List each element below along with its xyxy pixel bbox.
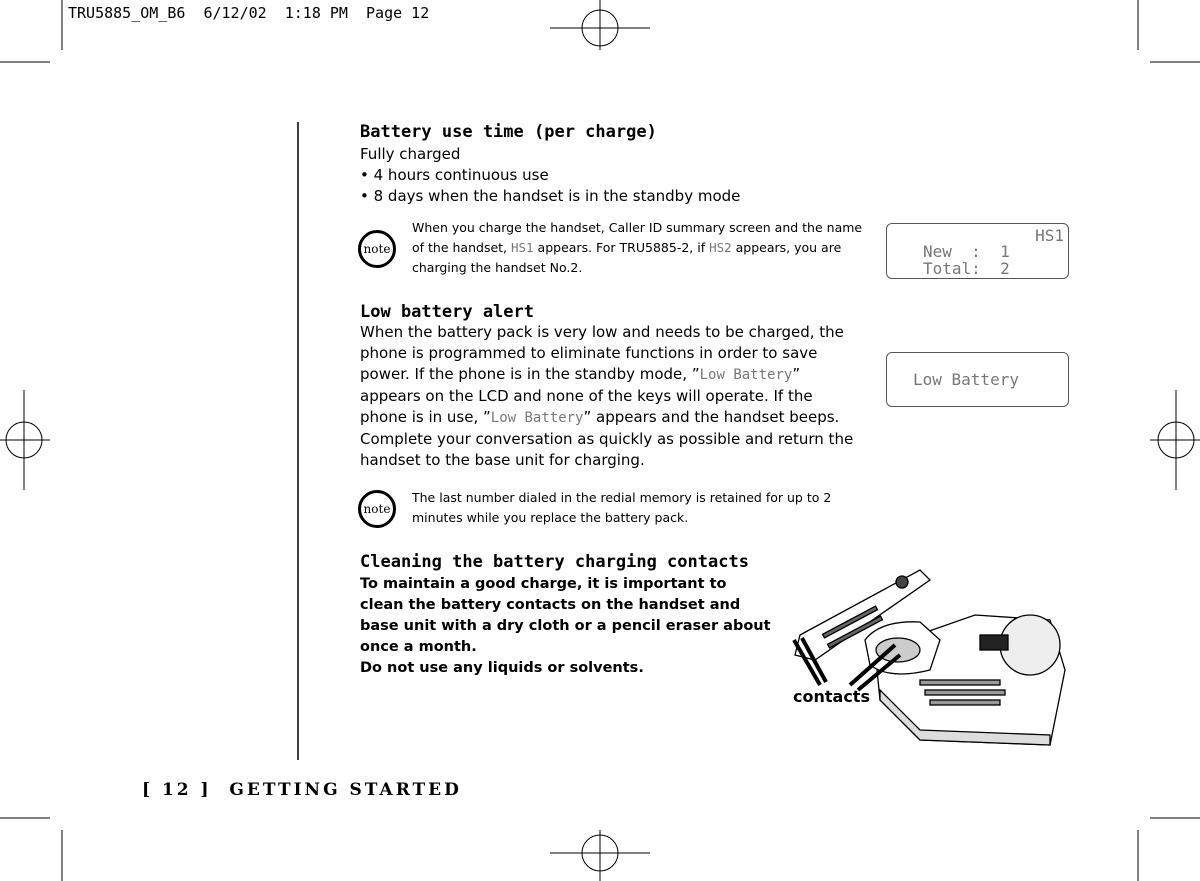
lcd-display-caller-id: HS1 New : 1 Total: 2 [886,223,1069,279]
note-text: The last number dialed in the redial mem… [412,490,832,525]
page-footer: [ 12 ] GETTING STARTED [142,780,462,800]
section-title-low-battery: Low battery alert [360,302,534,322]
section-title-battery-use: Battery use time (per charge) [360,122,657,142]
note-text: When you charge the handset, Caller ID s… [412,220,863,275]
print-slug: TRU5885_OM_B6 6/12/02 1:18 PM Page 12 [68,4,430,22]
bullet: • 4 hours continuous use [360,166,549,184]
phone-illustration [792,569,1066,746]
contacts-label: contacts [793,687,870,706]
fully-charged: Fully charged [360,145,461,163]
cleaning-text: To maintain a good charge, it is importa… [360,576,771,676]
low-battery-text: When the battery pack is very low and ne… [360,323,854,469]
battery-use-text: Fully charged • 4 hours continuous use •… [360,144,740,207]
section-title-cleaning: Cleaning the battery charging contacts [360,552,749,572]
bullet: • 8 days when the handset is in the stan… [360,187,741,205]
lcd-display-low-battery: Low Battery [886,352,1069,407]
note-badge: note [358,490,396,528]
note-badge: note [358,230,396,268]
